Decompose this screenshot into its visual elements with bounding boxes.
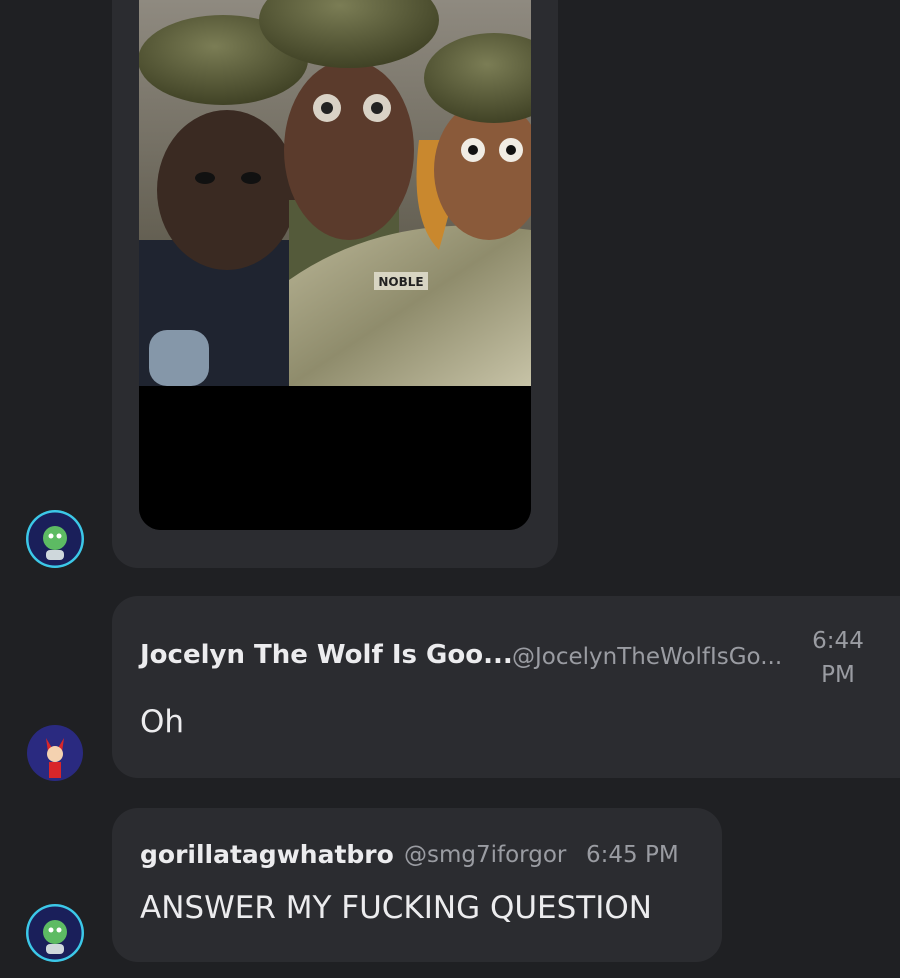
author-handle[interactable]: @JocelynTheWolfIsGo... <box>512 644 782 670</box>
message-bubble[interactable]: gorillatagwhatbro @smg7iforgor 6:45 PM A… <box>112 808 722 962</box>
message-text: ANSWER MY FUCKING QUESTION <box>140 890 652 926</box>
media-message-bubble[interactable]: NOBLE <box>112 0 558 568</box>
message-timestamp: 6:45 PM <box>586 842 679 868</box>
avatar[interactable] <box>26 510 84 568</box>
image-attachment[interactable]: NOBLE <box>139 0 531 530</box>
user-avatar-icon <box>27 725 83 781</box>
meme-image: NOBLE <box>139 0 531 530</box>
avatar[interactable] <box>26 904 84 962</box>
author-name[interactable]: gorillatagwhatbro <box>140 840 394 869</box>
timestamp-ampm: PM <box>821 662 855 688</box>
author-name[interactable]: Jocelyn The Wolf Is Goo... <box>140 640 513 670</box>
name-tape: NOBLE <box>378 275 423 289</box>
user-avatar-icon <box>26 904 84 962</box>
avatar[interactable] <box>26 724 84 782</box>
message-text: Oh <box>140 704 185 740</box>
timestamp-time: 6:44 <box>812 628 864 654</box>
author-handle[interactable]: @smg7iforgor <box>404 842 566 868</box>
message-timestamp: 6:44 PM <box>798 624 878 692</box>
message-bubble[interactable]: Jocelyn The Wolf Is Goo... @JocelynTheWo… <box>112 596 900 778</box>
user-avatar-icon <box>26 510 84 568</box>
